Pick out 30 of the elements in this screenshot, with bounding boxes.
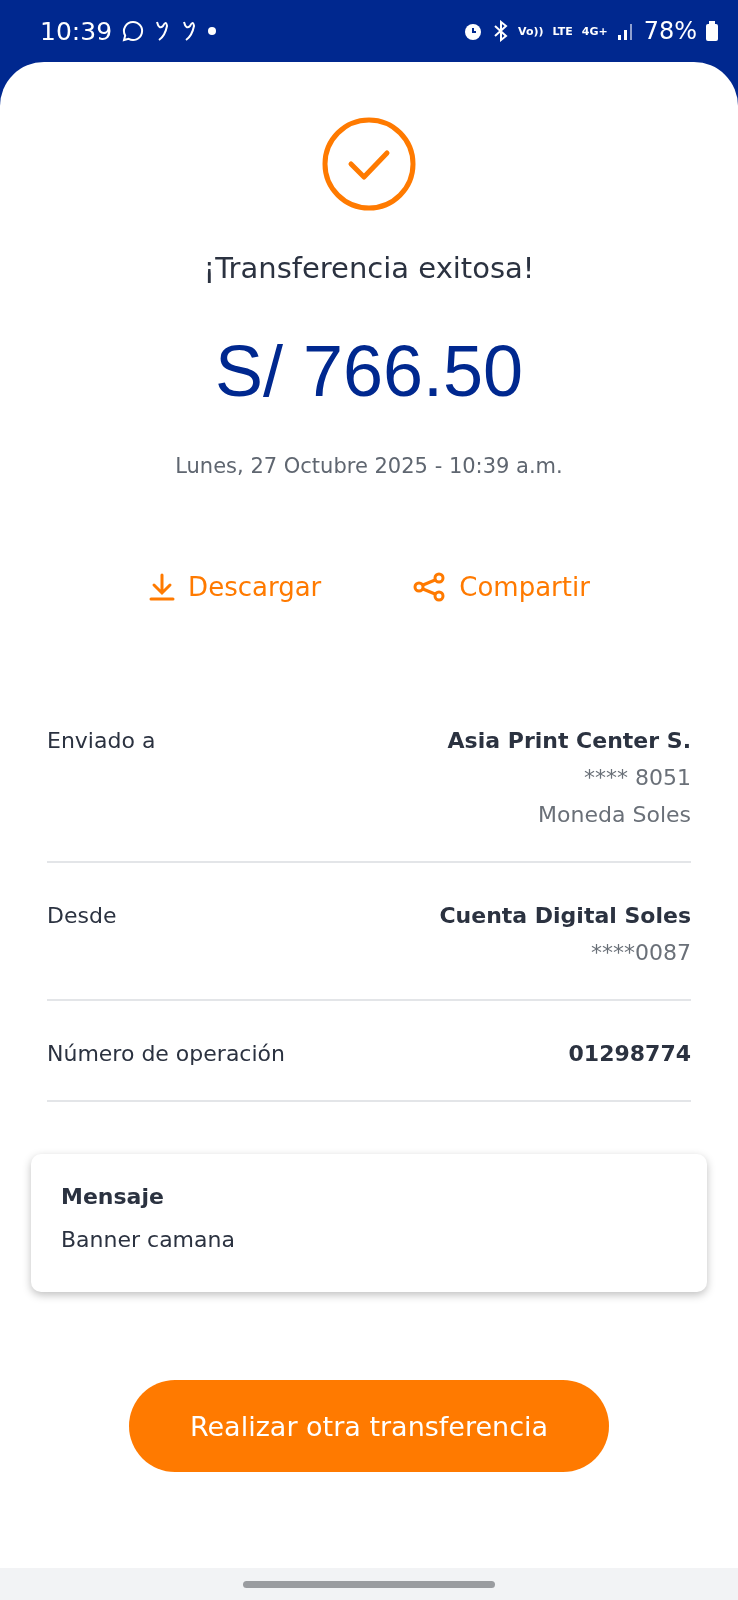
detail-value: Moneda Soles (538, 802, 691, 827)
bluetooth-icon (493, 20, 509, 42)
clock: 10:39 (40, 16, 113, 46)
detail-value: 01298774 (568, 1041, 691, 1066)
network-label: Vo)) (518, 25, 544, 37)
detail-label: Desde (47, 903, 117, 930)
download-button[interactable]: Descargar (148, 572, 322, 602)
detail-value: ****0087 (591, 940, 691, 965)
home-handle[interactable] (243, 1580, 495, 1588)
detail-value: Asia Print Center S. (447, 728, 691, 753)
message-title: Mensaje (61, 1184, 165, 1209)
signal-icon (616, 21, 635, 41)
download-icon (148, 572, 177, 602)
battery-level: 78% (643, 17, 697, 45)
message-text: Banner camana (61, 1227, 236, 1252)
new-transfer-button[interactable]: Realizar otra transferencia (129, 1380, 609, 1472)
network-label: LTE (552, 25, 573, 37)
network-label: 4G+ (581, 25, 608, 37)
battery-icon (706, 21, 718, 41)
detail-value: Cuenta Digital Soles (439, 903, 691, 928)
dot-icon (208, 27, 217, 35)
success-title: ¡Transferencia exitosa! (203, 251, 535, 285)
amount: S/ 766.50 (214, 330, 524, 412)
detail-value: **** 8051 (584, 765, 691, 790)
detail-label: Enviado a (47, 728, 156, 755)
share-button[interactable]: Compartir (411, 572, 590, 602)
detail-label: Número de operación (47, 1041, 285, 1066)
date-time: Lunes, 27 Octubre 2025 - 10:39 a.m. (175, 454, 563, 478)
success-check-icon (321, 116, 417, 212)
chat-icon (121, 19, 146, 43)
